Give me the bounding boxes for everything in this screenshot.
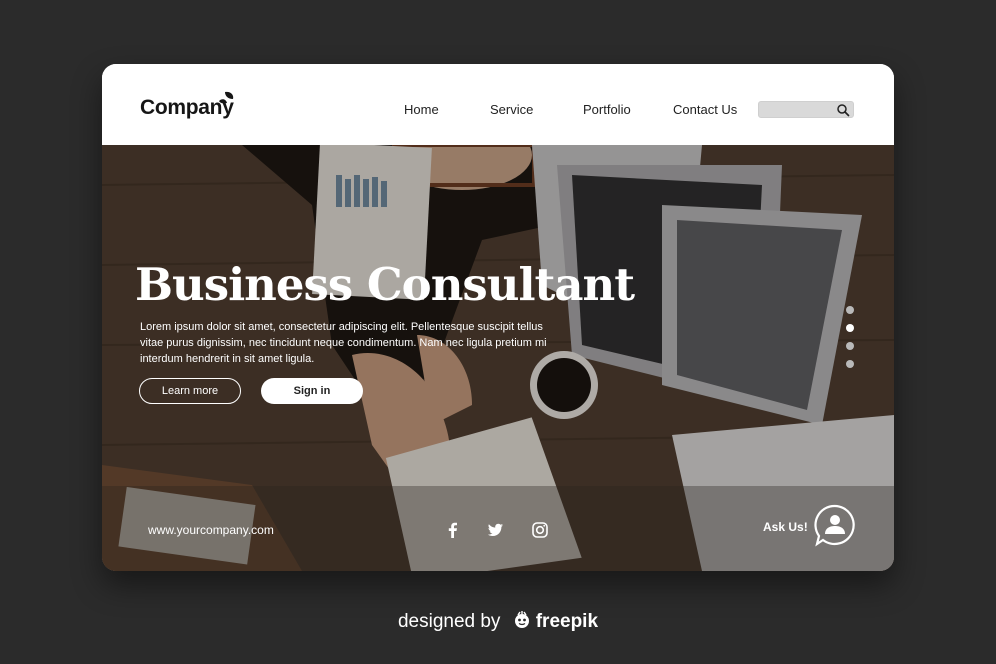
credit-prefix: designed by	[397, 611, 501, 632]
hero-section: Business Consultant Lorem ipsum dolor si…	[102, 145, 894, 571]
ask-us-label: Ask Us!	[763, 520, 808, 534]
slider-dot-2[interactable]	[846, 324, 854, 332]
hero-description: Lorem ipsum dolor sit amet, consectetur …	[140, 321, 547, 365]
freepik-logo-icon	[514, 611, 529, 628]
slider-dot-3[interactable]	[846, 342, 854, 350]
landing-card: Company Home Service Portfolio Contact U…	[102, 64, 894, 571]
nav-service-link[interactable]: Service	[490, 102, 533, 117]
sign-in-button[interactable]: Sign in	[261, 378, 363, 404]
nav-contact-link[interactable]: Contact Us	[673, 102, 737, 117]
top-nav: Company Home Service Portfolio Contact U…	[102, 64, 894, 145]
search-input[interactable]	[763, 102, 835, 117]
learn-more-button[interactable]: Learn more	[139, 378, 241, 404]
website-link[interactable]: www.yourcompany.com	[148, 523, 274, 537]
slider-dot-4[interactable]	[846, 360, 854, 368]
slider-dots	[846, 306, 856, 376]
designer-credit: designed by freepik	[0, 610, 996, 633]
facebook-icon[interactable]	[444, 521, 462, 539]
instagram-icon[interactable]	[531, 521, 549, 539]
search-box	[758, 101, 854, 118]
leaf-logo-icon	[219, 91, 234, 104]
nav-home-link[interactable]: Home	[404, 102, 439, 117]
hero-title: Business Consultant	[135, 258, 635, 311]
twitter-icon[interactable]	[486, 521, 504, 539]
chat-user-icon[interactable]	[813, 503, 857, 547]
slider-dot-1[interactable]	[846, 306, 854, 314]
nav-portfolio-link[interactable]: Portfolio	[583, 102, 631, 117]
credit-brand: freepik	[535, 611, 599, 632]
search-icon[interactable]	[836, 103, 850, 117]
